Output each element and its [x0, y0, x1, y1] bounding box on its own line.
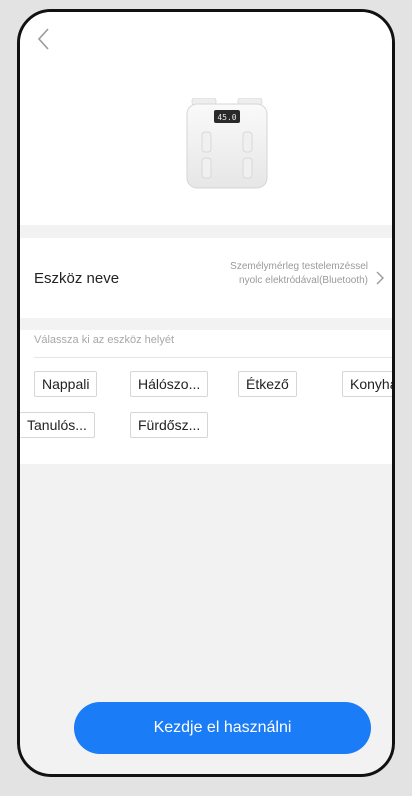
location-chip-konyha[interactable]: Konyha [342, 371, 392, 397]
device-name-value: Személymérleg testelemzéssel nyolc elekt… [198, 260, 368, 288]
body-scale-icon: 45.0 [186, 98, 268, 189]
location-section: Válassza ki az eszköz helyét Nappali Hál… [20, 330, 392, 464]
scale-display-text: 45.0 [217, 113, 236, 122]
location-divider [34, 357, 392, 358]
location-chip-nappali[interactable]: Nappali [34, 371, 98, 397]
device-header: 45.0 [20, 12, 392, 225]
chevron-left-icon[interactable] [34, 26, 56, 52]
phone-frame: 45.0 Eszköz neve Személymérleg testelemz… [17, 9, 395, 777]
start-using-button[interactable]: Kezdje el használni [74, 702, 371, 754]
location-chip-etkezo[interactable]: Étkező [238, 371, 297, 397]
device-name-label: Eszköz neve [34, 270, 120, 287]
location-chip-furdoszoba[interactable]: Fürdősz... [130, 412, 209, 438]
device-name-line-2: nyolc elektródával(Bluetooth) [239, 275, 368, 286]
device-name-line-1: Személymérleg testelemzéssel [230, 261, 368, 272]
location-chip-haloszoba[interactable]: Hálószo... [130, 371, 209, 397]
device-name-row[interactable]: Eszköz neve Személymérleg testelemzéssel… [20, 238, 392, 318]
chevron-right-icon[interactable] [375, 270, 385, 286]
location-hint: Válassza ki az eszköz helyét [34, 334, 175, 346]
location-chip-tanuloszoba[interactable]: Tanulós... [20, 412, 95, 438]
